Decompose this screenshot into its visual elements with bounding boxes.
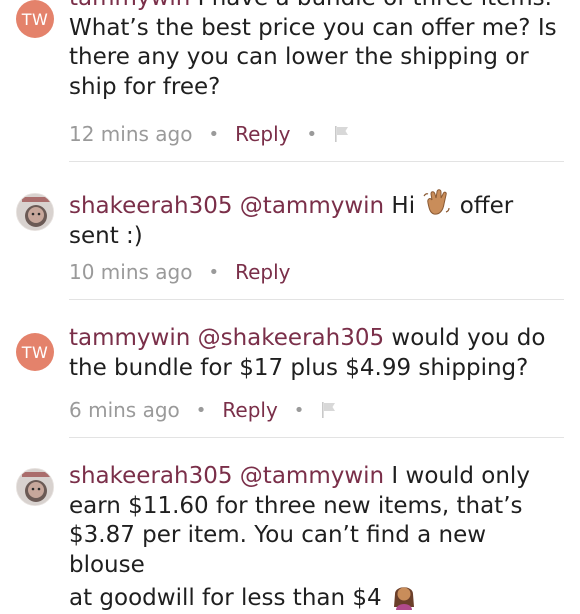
comment-text: shakeerah305 @tammywin I would only earn… — [69, 462, 569, 614]
separator-dot: • — [195, 399, 207, 421]
flag-icon[interactable] — [320, 401, 338, 419]
comment-text: tammywin I have a bundle of three items.… — [69, 0, 569, 102]
comment-text-line: What’s the best price you can offer me? … — [69, 14, 557, 41]
comment-meta: 10 mins ago • Reply — [69, 258, 291, 286]
separator-dot: • — [293, 399, 305, 421]
comment-text-line: at goodwill for less than $4 — [69, 585, 382, 611]
divider — [69, 437, 564, 438]
avatar-photo — [17, 194, 53, 230]
comment-username[interactable]: shakeerah305 — [69, 463, 232, 489]
reply-link[interactable]: Reply — [235, 260, 290, 284]
comment-mention[interactable]: @shakeerah305 — [198, 325, 384, 351]
person-tipping-hand-emoji — [393, 587, 414, 610]
avatar-initials: TW — [21, 342, 49, 362]
reply-link[interactable]: Reply — [235, 122, 290, 146]
divider — [69, 299, 564, 300]
comment-text: shakeerah305 @tammywin Hi offer sent :) — [69, 188, 569, 251]
comment-text-segment: I would only — [391, 463, 530, 489]
flag-icon[interactable] — [333, 125, 351, 143]
comment-meta: 6 mins ago • Reply • — [69, 396, 338, 424]
avatar-initials: TW — [21, 9, 49, 29]
comment-text-segment: Hi — [391, 193, 416, 219]
reply-link[interactable]: Reply — [222, 398, 277, 422]
avatar[interactable] — [16, 193, 54, 231]
avatar[interactable] — [16, 468, 54, 506]
comment-timestamp: 10 mins ago — [69, 260, 193, 284]
separator-dot: • — [306, 123, 318, 145]
comment-text: tammywin @shakeerah305 would you do the … — [69, 324, 569, 383]
comment-text-segment: offer — [459, 193, 514, 219]
separator-dot: • — [208, 123, 220, 145]
separator-dot: • — [208, 261, 220, 283]
comment-timestamp: 6 mins ago — [69, 398, 180, 422]
waving-hand-emoji — [423, 189, 451, 215]
comment-timestamp: 12 mins ago — [69, 122, 193, 146]
divider — [69, 161, 564, 162]
comment-text-segment: would you do — [391, 325, 546, 351]
comment-text-line: the bundle for $17 plus $4.99 shipping? — [69, 354, 529, 381]
comment-text-line: ship for free? — [69, 73, 221, 100]
avatar-photo — [17, 469, 53, 505]
comment-text-line: sent :) — [69, 222, 143, 249]
avatar[interactable]: TW — [16, 0, 54, 38]
comment-text-line: earn $11.60 for three new items, that’s — [69, 492, 523, 519]
comment-mention[interactable]: @tammywin — [240, 193, 384, 219]
comment-username[interactable]: shakeerah305 — [69, 193, 232, 219]
comment-meta: 12 mins ago • Reply • — [69, 120, 351, 148]
avatar[interactable]: TW — [16, 333, 54, 371]
comment-username[interactable]: tammywin — [69, 325, 190, 351]
comment-username[interactable]: tammywin — [69, 0, 190, 11]
comment-mention[interactable]: @tammywin — [240, 463, 384, 489]
comment-text-line: there any you can lower the shipping or — [69, 44, 529, 70]
comment-text-line: $3.87 per item. You can’t find a new blo… — [69, 522, 487, 578]
comment-text-line: I have a bundle of three items. — [198, 0, 552, 11]
